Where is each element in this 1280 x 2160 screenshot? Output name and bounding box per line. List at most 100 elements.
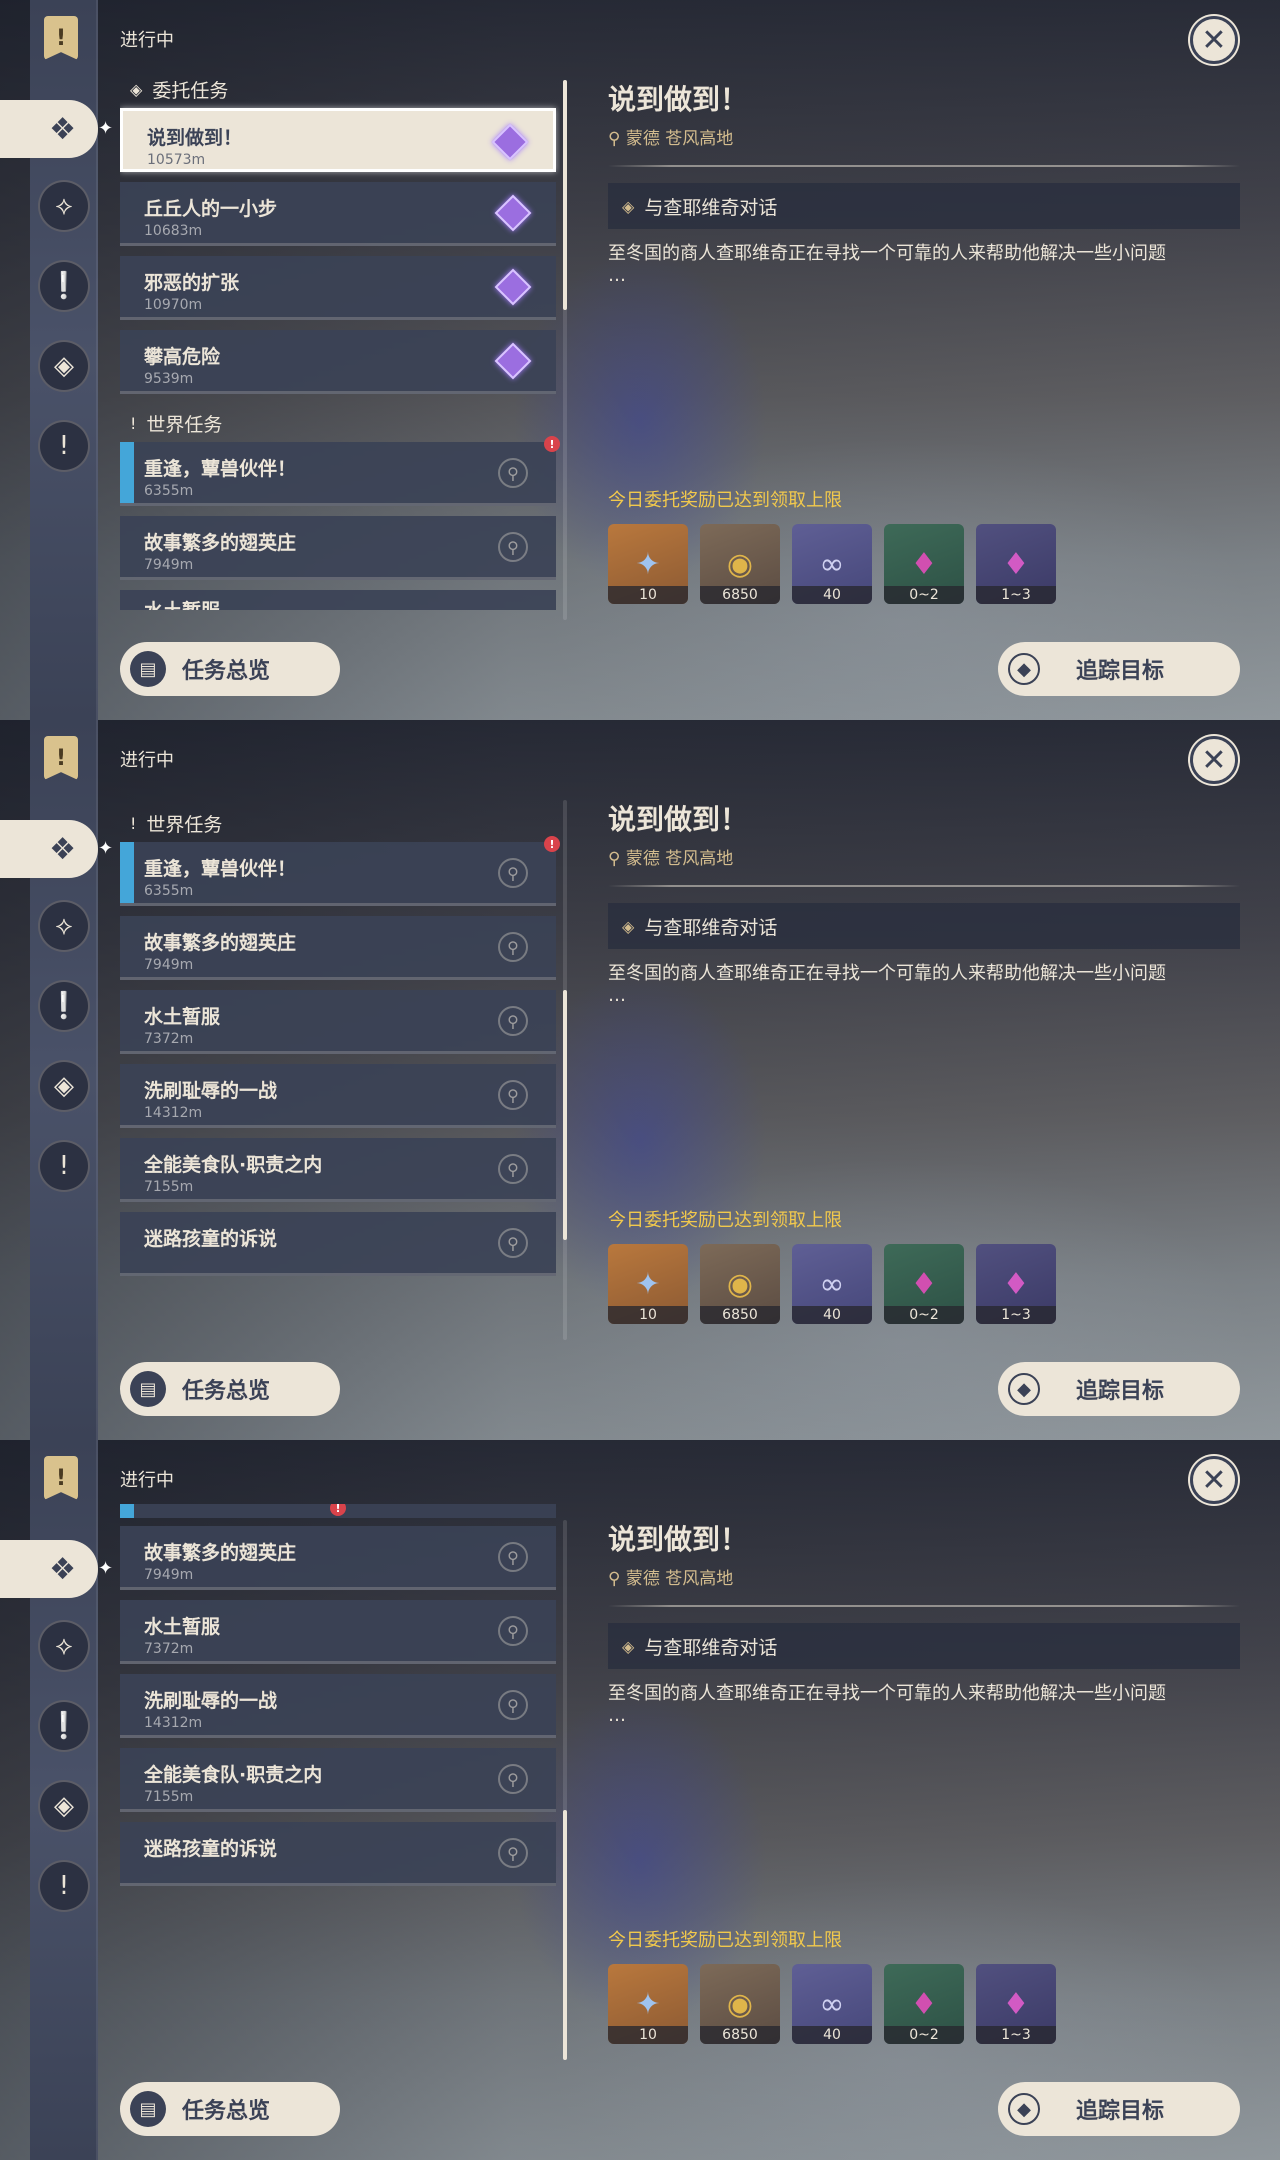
list-item-partial[interactable]: 水土暂服 [120,590,556,610]
event-tab[interactable]: ! [38,1860,90,1912]
world-tab[interactable]: ◈ [38,1060,90,1112]
list-item[interactable]: 重逢，蕈兽伙伴！ 6355m ⚲ ! [120,836,560,906]
list-item[interactable]: 迷路孩童的诉说 ⚲ [120,1822,556,1886]
list-item[interactable]: 洗刷耻辱的一战 14312m ⚲ [120,1674,556,1738]
crystal-ore-icon[interactable]: ♦ 1~3 [976,1244,1056,1324]
event-tab[interactable]: ! [38,420,90,472]
quest-detail: 说到做到！ ⚲ 蒙德 苍风高地 ◈ 与查耶维奇对话 至冬国的商人查耶维奇正在寻找一… [608,1518,1240,1727]
quest-detail: 说到做到！ ⚲ 蒙德 苍风高地 ◈ 与查耶维奇对话 至冬国的商人查耶维奇正在寻找一… [608,78,1240,287]
list-item[interactable]: 说到做到！ 10573m [120,108,556,172]
location-pin-icon[interactable]: ⚲ [498,1006,528,1036]
adventure-exp-icon[interactable]: ✦ 10 [608,1244,688,1324]
list-item[interactable]: 故事繁多的翅英庄 7949m ⚲ [120,916,556,980]
quest-description: 至冬国的商人查耶维奇正在寻找一个可靠的人来帮助他解决一些小问题… [608,963,1166,1006]
location-pin-icon[interactable]: ⚲ [498,1838,528,1868]
track-target-button[interactable]: ◆ 追踪目标 [998,1362,1240,1416]
screen-2: ! ❖ ✦ ⟡ ❕ ◈ ! 进行中 ✕ ! 世界任务 重逢，蕈兽伙伴！ 6355m… [0,720,1280,1440]
quest-overview-button[interactable]: ▤ 任务总览 [120,642,340,696]
archon-tab[interactable]: ⟡ [38,1620,90,1672]
archon-tab[interactable]: ⟡ [38,900,90,952]
track-target-button[interactable]: ◆ 追踪目标 [998,642,1240,696]
quest-list[interactable]: ! 故事繁多的翅英庄 7949m ⚲ 水土暂服 7372m ⚲ 洗刷耻辱的一战 … [120,1504,560,2052]
archon-icon: ⟡ [55,910,73,941]
reward-notice: 今日委托奖励已达到领取上限 [608,1210,842,1231]
commission-tab[interactable]: ❖ [0,100,98,158]
companionship-exp-icon[interactable]: ∞ 40 [792,1964,872,2044]
commission-tab[interactable]: ❖ [0,1540,98,1598]
quest-name: 重逢，蕈兽伙伴！ [144,458,297,480]
list-item[interactable]: 攀高危险 9539m [120,330,556,394]
reward-notice: 今日委托奖励已达到领取上限 [608,1930,842,1951]
companionship-exp-icon[interactable]: ∞ 40 [792,1244,872,1324]
quest-name: 丘丘人的一小步 [144,198,278,220]
companionship-exp-icon[interactable]: ∞ 40 [792,524,872,604]
mora-icon[interactable]: ◉ 6850 [700,1964,780,2044]
list-item[interactable]: 故事繁多的翅英庄 7949m ⚲ [120,516,556,580]
location-pin-icon[interactable]: ⚲ [498,1764,528,1794]
location-pin-icon[interactable]: ⚲ [498,1228,528,1258]
location-pin-icon[interactable]: ⚲ [498,532,528,562]
list-item[interactable]: 水土暂服 7372m ⚲ [120,1600,556,1664]
location-pin-icon[interactable]: ⚲ [498,1690,528,1720]
alert-icon: ! [330,1504,346,1516]
objective-icon: ◈ [622,1636,635,1656]
list-item-partial[interactable]: ! [120,1504,556,1518]
story-tab[interactable]: ❕ [38,260,90,312]
adventure-exp-icon[interactable]: ✦ 10 [608,1964,688,2044]
quest-list[interactable]: ◈ 委托任务 说到做到！ 10573m 丘丘人的一小步 10683m 邪恶的扩张 … [120,70,560,618]
list-item[interactable]: 邪恶的扩张 10970m [120,256,556,320]
world-tab[interactable]: ◈ [38,340,90,392]
location-pin-icon[interactable]: ⚲ [498,1080,528,1110]
close-button[interactable]: ✕ [1190,16,1238,64]
list-item[interactable]: 重逢，蕈兽伙伴！ 6355m ⚲ ! [120,436,560,506]
mora-icon[interactable]: ◉ 6850 [700,1244,780,1324]
story-icon: ❕ [47,271,81,301]
track-diamond-icon: ◆ [1008,2093,1040,2125]
close-button[interactable]: ✕ [1190,1456,1238,1504]
crystal-chunk-icon[interactable]: ♦ 0~2 [884,524,964,604]
track-target-button[interactable]: ◆ 追踪目标 [998,2082,1240,2136]
list-scrollbar[interactable] [563,800,567,1340]
location-pin-icon[interactable]: ⚲ [498,858,528,888]
objective-icon: ◈ [622,196,635,216]
crystal-chunk-icon[interactable]: ♦ 0~2 [884,1964,964,2044]
close-button[interactable]: ✕ [1190,736,1238,784]
quest-distance: 7155m [144,1789,194,1805]
location-pin-icon[interactable]: ⚲ [498,1154,528,1184]
quest-list[interactable]: ! 世界任务 重逢，蕈兽伙伴！ 6355m ⚲ ! 故事繁多的翅英庄 7949m … [120,804,560,1352]
crystal-ore-icon[interactable]: ♦ 1~3 [976,1964,1056,2044]
world-tab[interactable]: ◈ [38,1780,90,1832]
location-pin-icon[interactable]: ⚲ [498,1542,528,1572]
location-pin-icon[interactable]: ⚲ [498,1616,528,1646]
quest-distance: 7372m [144,1641,194,1657]
list-scrollbar[interactable] [563,80,567,620]
list-item[interactable]: 迷路孩童的诉说 ⚲ [120,1212,556,1276]
adventure-exp-icon[interactable]: ✦ 10 [608,524,688,604]
list-item[interactable]: 水土暂服 7372m ⚲ [120,990,556,1054]
commission-tab[interactable]: ❖ [0,820,98,878]
story-tab[interactable]: ❕ [38,980,90,1032]
list-item[interactable]: 故事繁多的翅英庄 7949m ⚲ [120,1526,556,1590]
crystal-ore-icon[interactable]: ♦ 1~3 [976,524,1056,604]
list-item[interactable]: 洗刷耻辱的一战 14312m ⚲ [120,1064,556,1128]
quest-overview-button[interactable]: ▤ 任务总览 [120,1362,340,1416]
world-icon: ◈ [54,351,74,381]
location-pin-icon[interactable]: ⚲ [498,932,528,962]
list-scrollbar[interactable] [563,1520,567,2060]
reward-list: ✦ 10 ◉ 6850 ∞ 40 ♦ 0~2 ♦ 1~3 [608,1964,1056,2044]
quest-name: 攀高危险 [144,346,221,368]
quest-name: 全能美食队·职责之内 [144,1154,323,1176]
list-item[interactable]: 全能美食队·职责之内 7155m ⚲ [120,1748,556,1812]
quest-distance: 6355m [144,883,194,899]
objective-row: ◈ 与查耶维奇对话 [608,1623,1240,1669]
quest-name: 迷路孩童的诉说 [144,1228,278,1250]
crystal-chunk-icon[interactable]: ♦ 0~2 [884,1244,964,1324]
quest-overview-button[interactable]: ▤ 任务总览 [120,2082,340,2136]
archon-tab[interactable]: ⟡ [38,180,90,232]
event-tab[interactable]: ! [38,1140,90,1192]
story-tab[interactable]: ❕ [38,1700,90,1752]
mora-icon[interactable]: ◉ 6850 [700,524,780,604]
list-item[interactable]: 全能美食队·职责之内 7155m ⚲ [120,1138,556,1202]
list-item[interactable]: 丘丘人的一小步 10683m [120,182,556,246]
location-pin-icon[interactable]: ⚲ [498,458,528,488]
